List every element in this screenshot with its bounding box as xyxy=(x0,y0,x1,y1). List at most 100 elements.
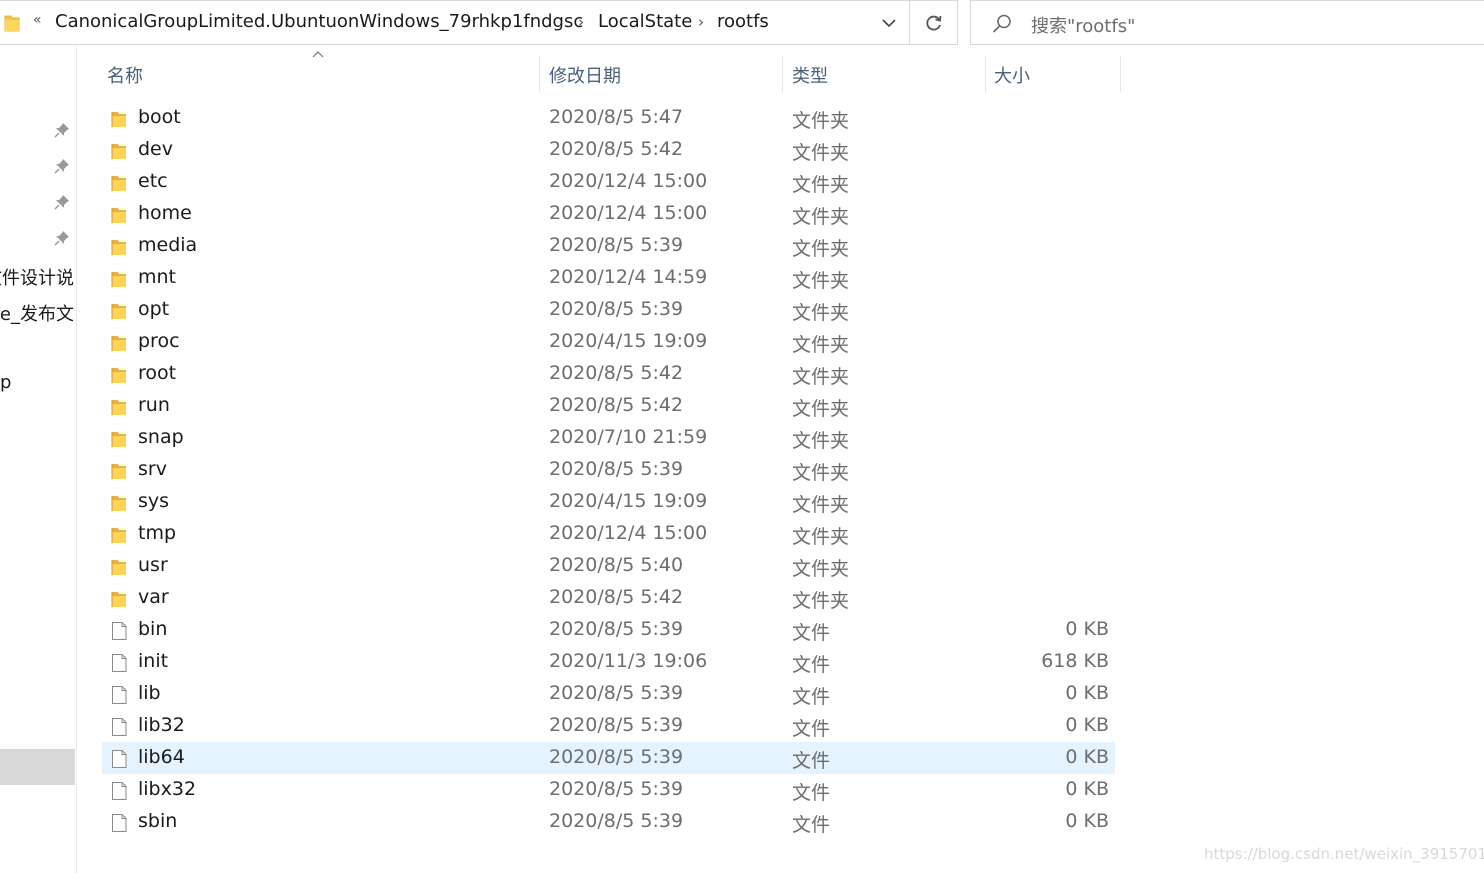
folder-row[interactable]: media 2020/8/5 5:39 文件夹 xyxy=(102,230,1115,262)
breadcrumb-item[interactable]: LocalState xyxy=(598,11,692,32)
file-name: home xyxy=(138,202,192,224)
folder-row[interactable]: usr 2020/8/5 5:40 文件夹 xyxy=(102,550,1115,582)
file-name: etc xyxy=(138,170,168,192)
folder-row[interactable]: snap 2020/7/10 21:59 文件夹 xyxy=(102,422,1115,454)
file-name: boot xyxy=(138,106,181,128)
folder-row[interactable]: dev 2020/8/5 5:42 文件夹 xyxy=(102,134,1115,166)
folder-icon xyxy=(111,208,126,223)
file-icon xyxy=(112,814,127,832)
modified-date: 2020/8/5 5:39 xyxy=(549,810,684,832)
column-header-type[interactable]: 类型 xyxy=(783,56,985,92)
modified-date: 2020/8/5 5:47 xyxy=(549,106,684,128)
file-type: 文件夹 xyxy=(792,238,850,260)
breadcrumb-item[interactable]: CanonicalGroupLimited.UbuntuonWindows_79… xyxy=(55,11,583,32)
column-header-label: 类型 xyxy=(792,66,828,87)
search-input[interactable]: 搜索"rootfs" xyxy=(970,0,1484,45)
file-type: 文件 xyxy=(792,782,831,804)
folder-row[interactable]: opt 2020/8/5 5:39 文件夹 xyxy=(102,294,1115,326)
folder-row[interactable]: srv 2020/8/5 5:39 文件夹 xyxy=(102,454,1115,486)
folder-row[interactable]: mnt 2020/12/4 14:59 文件夹 xyxy=(102,262,1115,294)
pin-icon[interactable] xyxy=(54,158,70,174)
nav-item[interactable]: p xyxy=(0,372,11,393)
pin-icon[interactable] xyxy=(54,194,70,210)
folder-row[interactable]: boot 2020/8/5 5:47 文件夹 xyxy=(102,102,1115,134)
folder-row[interactable]: root 2020/8/5 5:42 文件夹 xyxy=(102,358,1115,390)
file-name: media xyxy=(138,234,198,256)
modified-date: 2020/8/5 5:39 xyxy=(549,714,684,736)
file-type: 文件夹 xyxy=(792,462,850,484)
file-row[interactable]: sbin 2020/8/5 5:39 文件 0 KB xyxy=(102,806,1115,838)
nav-item[interactable]: se_发布文 xyxy=(0,300,74,326)
modified-date: 2020/8/5 5:39 xyxy=(549,778,684,800)
file-name: lib32 xyxy=(138,714,185,736)
navigation-pane: 文件设计说 se_发布文 p xyxy=(0,46,77,873)
breadcrumb-separator[interactable]: › xyxy=(578,13,584,31)
file-explorer-window: « CanonicalGroupLimited.UbuntuonWindows_… xyxy=(0,0,1484,873)
file-name: run xyxy=(138,394,170,416)
file-row[interactable]: init 2020/11/3 19:06 文件 618 KB xyxy=(102,646,1115,678)
column-header-name[interactable]: 名称 xyxy=(100,56,538,92)
file-row[interactable]: libx32 2020/8/5 5:39 文件 0 KB xyxy=(102,774,1115,806)
file-type: 文件夹 xyxy=(792,110,850,132)
modified-date: 2020/8/5 5:39 xyxy=(549,298,684,320)
file-type: 文件 xyxy=(792,622,831,644)
file-type: 文件夹 xyxy=(792,526,850,548)
modified-date: 2020/12/4 15:00 xyxy=(549,522,708,544)
file-type: 文件 xyxy=(792,686,831,708)
pin-icon[interactable] xyxy=(54,230,70,246)
address-bar[interactable]: « CanonicalGroupLimited.UbuntuonWindows_… xyxy=(0,0,910,45)
file-row[interactable]: lib32 2020/8/5 5:39 文件 0 KB xyxy=(102,710,1115,742)
folder-row[interactable]: run 2020/8/5 5:42 文件夹 xyxy=(102,390,1115,422)
folder-icon xyxy=(111,144,126,159)
file-type: 文件夹 xyxy=(792,430,850,452)
column-divider[interactable] xyxy=(1120,56,1121,92)
folder-icon xyxy=(111,560,126,575)
refresh-button[interactable] xyxy=(910,0,958,45)
folder-row[interactable]: home 2020/12/4 15:00 文件夹 xyxy=(102,198,1115,230)
breadcrumb-separator[interactable]: › xyxy=(698,13,704,31)
column-header-label: 修改日期 xyxy=(549,66,621,87)
file-name: root xyxy=(138,362,177,384)
modified-date: 2020/7/10 21:59 xyxy=(549,426,708,448)
file-type: 文件夹 xyxy=(792,206,850,228)
file-type: 文件 xyxy=(792,750,831,772)
file-type: 文件夹 xyxy=(792,174,850,196)
column-header-size[interactable]: 大小 xyxy=(986,56,1120,92)
file-row[interactable]: lib 2020/8/5 5:39 文件 0 KB xyxy=(102,678,1115,710)
pin-icon[interactable] xyxy=(54,122,70,138)
modified-date: 2020/8/5 5:39 xyxy=(549,618,684,640)
file-type: 文件 xyxy=(792,654,831,676)
modified-date: 2020/4/15 19:09 xyxy=(549,490,708,512)
file-name: tmp xyxy=(138,522,177,544)
nav-item[interactable]: 文件设计说 xyxy=(0,264,74,290)
folder-row[interactable]: var 2020/8/5 5:42 文件夹 xyxy=(102,582,1115,614)
modified-date: 2020/8/5 5:39 xyxy=(549,746,684,768)
file-type: 文件夹 xyxy=(792,590,850,612)
folder-row[interactable]: sys 2020/4/15 19:09 文件夹 xyxy=(102,486,1115,518)
chevron-down-icon[interactable] xyxy=(878,11,900,35)
file-size: 0 KB xyxy=(1065,682,1109,704)
refresh-icon xyxy=(926,15,942,31)
file-row[interactable]: bin 2020/8/5 5:39 文件 0 KB xyxy=(102,614,1115,646)
folder-icon xyxy=(111,464,126,479)
modified-date: 2020/8/5 5:39 xyxy=(549,458,684,480)
file-icon xyxy=(112,654,127,672)
folder-row[interactable]: etc 2020/12/4 15:00 文件夹 xyxy=(102,166,1115,198)
column-header-date[interactable]: 修改日期 xyxy=(540,56,782,92)
breadcrumb-item[interactable]: rootfs xyxy=(717,11,769,32)
file-size: 0 KB xyxy=(1065,778,1109,800)
folder-row[interactable]: tmp 2020/12/4 15:00 文件夹 xyxy=(102,518,1115,550)
folder-icon xyxy=(111,272,126,287)
folder-row[interactable]: proc 2020/4/15 19:09 文件夹 xyxy=(102,326,1115,358)
file-name: var xyxy=(138,586,169,608)
file-name: srv xyxy=(138,458,167,480)
file-row[interactable]: lib64 2020/8/5 5:39 文件 0 KB xyxy=(102,742,1115,774)
modified-date: 2020/8/5 5:42 xyxy=(549,362,684,384)
file-icon xyxy=(112,718,127,736)
file-name: opt xyxy=(138,298,170,320)
file-icon xyxy=(112,622,127,640)
overflow-chevron[interactable]: « xyxy=(33,12,42,28)
folder-icon xyxy=(111,304,126,319)
column-header-label: 名称 xyxy=(107,66,143,87)
nav-item-selected[interactable] xyxy=(0,749,75,785)
